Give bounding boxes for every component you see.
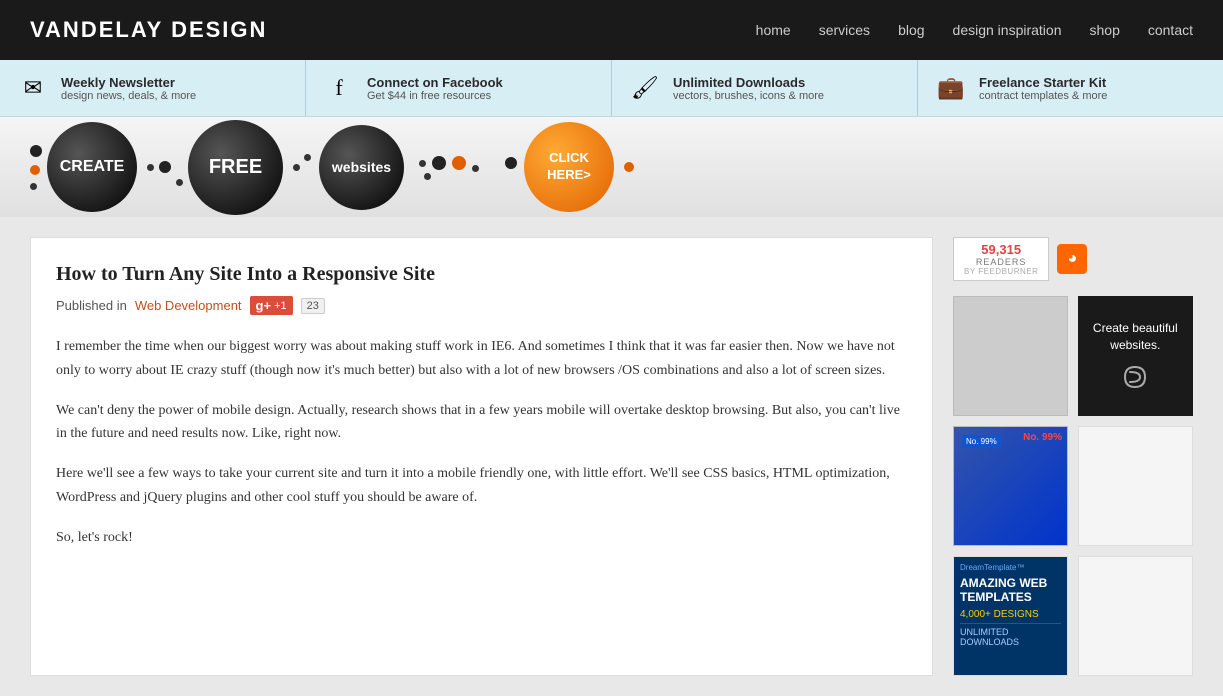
squarespace-text: Create beautiful websites. <box>1088 320 1183 354</box>
dot-decoration <box>176 179 183 186</box>
article-title: How to Turn Any Site Into a Responsive S… <box>56 263 907 286</box>
sidebar-ad-blue[interactable]: No. 99% <box>953 426 1068 546</box>
nav-item-design-inspiration[interactable]: design inspiration <box>953 22 1062 38</box>
article-meta: Published in Web Development g+ +1 23 <box>56 296 907 315</box>
dots-scatter <box>419 155 519 180</box>
dream-subtitle: 4,000+ DESIGNS <box>960 609 1061 620</box>
dot-decoration <box>432 156 446 170</box>
nav-item-home[interactable]: home <box>756 22 791 38</box>
dot-decoration <box>30 145 42 157</box>
main-nav: home services blog design inspiration shop co… <box>756 22 1193 38</box>
feedburner-count: 59,315 <box>981 242 1021 257</box>
share-count: 23 <box>301 298 325 314</box>
dot-decoration <box>304 154 311 161</box>
dot-decoration <box>159 161 171 173</box>
click-here-button[interactable]: CLICK HERE> <box>524 122 614 212</box>
nav-item-contact[interactable]: contact <box>1148 22 1193 38</box>
feedburner-readers: readers <box>976 257 1027 267</box>
dot-decoration <box>30 183 37 190</box>
downloads-icon: 🖌 <box>627 70 663 106</box>
feedburner-box[interactable]: 59,315 readers BY FEEDBURNER <box>953 237 1049 281</box>
free-circle[interactable]: FREE <box>188 120 283 215</box>
promo-item-facebook[interactable]: f Connect on Facebook Get $44 in free re… <box>306 60 612 116</box>
squarespace-logo-icon <box>1120 362 1150 392</box>
promo-bar: ✉ Weekly Newsletter design news, deals, … <box>0 60 1223 117</box>
site-logo[interactable]: VANDELAY DESIGN <box>30 17 267 43</box>
nav-item-services[interactable]: services <box>819 22 870 38</box>
dot-decoration <box>147 164 154 171</box>
feedburner-widget: 59,315 readers BY FEEDBURNER ◕ <box>953 237 1193 281</box>
promo-item-weekly-newsletter[interactable]: ✉ Weekly Newsletter design news, deals, … <box>0 60 306 116</box>
facebook-icon: f <box>321 70 357 106</box>
article-body: I remember the time when our biggest wor… <box>56 335 907 550</box>
dream-brand: DreamTemplate™ <box>960 563 1061 572</box>
banner: CREATE FREE websites <box>0 117 1223 217</box>
sidebar-ad-1[interactable] <box>953 296 1068 416</box>
promo-title-facebook: Connect on Facebook <box>367 75 503 90</box>
article-paragraph: So, let's rock! <box>56 526 907 550</box>
published-label: Published in <box>56 298 127 313</box>
dot-decoration <box>472 165 479 172</box>
promo-item-downloads[interactable]: 🖌 Unlimited Downloads vectors, brushes, … <box>612 60 918 116</box>
nav-item-shop[interactable]: shop <box>1090 22 1120 38</box>
promo-sub-facebook: Get $44 in free resources <box>367 90 503 102</box>
dot-decoration <box>452 156 466 170</box>
dot-decoration <box>293 164 300 171</box>
sidebar-row-3: DreamTemplate™ AMAZING WEB TEMPLATES 4,0… <box>953 556 1193 676</box>
nav-item-blog[interactable]: blog <box>898 22 924 38</box>
promo-sub-downloads: vectors, brushes, icons & more <box>673 90 824 102</box>
rss-icon[interactable]: ◕ <box>1057 244 1087 274</box>
site-header: VANDELAY DESIGN home services blog design i… <box>0 0 1223 60</box>
websites-circle[interactable]: websites <box>319 125 404 210</box>
main-layout: How to Turn Any Site Into a Responsive S… <box>0 217 1223 696</box>
dots-mid <box>147 149 183 186</box>
article-paragraph: We can't deny the power of mobile design… <box>56 399 907 447</box>
dot-decoration <box>624 162 634 172</box>
sidebar-row-2: No. 99% <box>953 426 1193 546</box>
banner-inner: CREATE FREE websites <box>30 120 1193 215</box>
dream-title: AMAZING WEB TEMPLATES <box>960 576 1061 605</box>
gplus-label: +1 <box>274 300 287 312</box>
squarespace-ad[interactable]: Create beautiful websites. <box>1078 296 1193 416</box>
dot-decoration <box>505 157 517 169</box>
dream-desc: UNLIMITED DOWNLOADS <box>960 623 1061 647</box>
feedburner-by: BY FEEDBURNER <box>964 267 1038 276</box>
dot-decoration <box>424 173 431 180</box>
dots-left <box>30 145 42 190</box>
freelance-icon: 💼 <box>933 70 969 106</box>
dot-decoration <box>30 165 40 175</box>
ad-label: No. 99% <box>962 435 1001 448</box>
article-content: How to Turn Any Site Into a Responsive S… <box>30 237 933 676</box>
promo-sub-freelance: contract templates & more <box>979 90 1107 102</box>
dot-decoration <box>419 160 426 167</box>
sidebar: 59,315 readers BY FEEDBURNER ◕ Create be… <box>953 237 1193 676</box>
promo-title-freelance: Freelance Starter Kit <box>979 75 1107 90</box>
sidebar-ad-empty2[interactable] <box>1078 556 1193 676</box>
click-here-label: CLICK HERE> <box>547 150 591 184</box>
sidebar-row-1: Create beautiful websites. <box>953 296 1193 416</box>
gplus-icon: g+ <box>256 298 272 313</box>
dots-mid2 <box>293 164 311 171</box>
article-paragraph: I remember the time when our biggest wor… <box>56 335 907 383</box>
promo-title-weekly-newsletter: Weekly Newsletter <box>61 75 196 90</box>
promo-sub-weekly-newsletter: design news, deals, & more <box>61 90 196 102</box>
sidebar-ad-empty[interactable] <box>1078 426 1193 546</box>
promo-title-downloads: Unlimited Downloads <box>673 75 824 90</box>
promo-item-freelance[interactable]: 💼 Freelance Starter Kit contract templat… <box>918 60 1223 116</box>
article-paragraph: Here we'll see a few ways to take your c… <box>56 462 907 510</box>
article-category[interactable]: Web Development <box>135 298 242 313</box>
create-circle[interactable]: CREATE <box>47 122 137 212</box>
sidebar-ad-dreamtemplate[interactable]: DreamTemplate™ AMAZING WEB TEMPLATES 4,0… <box>953 556 1068 676</box>
weekly-newsletter-icon: ✉ <box>15 70 51 106</box>
google-plus-button[interactable]: g+ +1 <box>250 296 293 315</box>
